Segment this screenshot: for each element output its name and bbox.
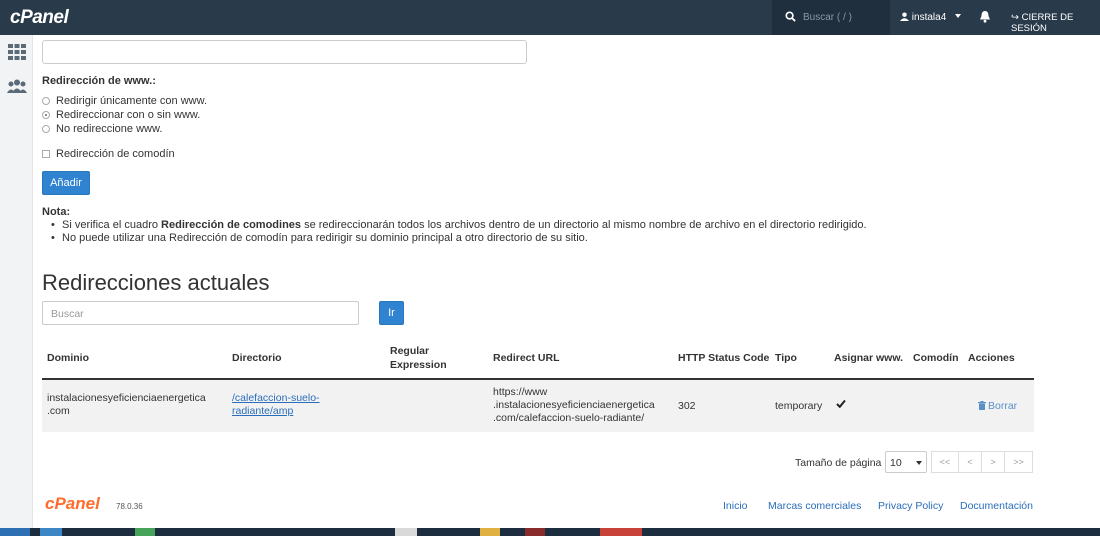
footer-link-trademarks[interactable]: Marcas comerciales [768,500,861,512]
cell-redirect-url: https://www .instalacionesyeficienciaene… [493,386,655,425]
cpanel-logo[interactable]: cPanel [10,7,69,29]
username: instala4 [911,12,947,23]
grid-icon[interactable] [6,43,28,61]
logout-link[interactable]: ↪ CIERRE DE SESIÓN [1011,12,1100,34]
first-page-button[interactable]: << [931,451,959,473]
footer-link-home[interactable]: Inicio [723,500,748,512]
next-page-button[interactable]: > [981,451,1005,473]
go-button[interactable]: Ir [379,301,404,325]
radio-www-only-label: Redirigir únicamente con www. [56,95,208,107]
note-bullet-1-rest: se redireccionarán todos los archivos de… [301,219,867,231]
taskbar-app[interactable] [40,528,62,536]
col-wildcard[interactable]: Comodín [913,352,959,364]
cell-type: temporary [775,400,823,412]
cell-url-line3: .com/calefaccion-suelo-radiante/ [493,412,645,424]
cell-domain: instalacionesyeficienciaenergetica .com [47,392,206,418]
col-type[interactable]: Tipo [775,352,797,364]
redirects-search-placeholder: Buscar [51,308,84,320]
col-redirect-url[interactable]: Redirect URL [493,352,560,364]
col-www[interactable]: Asignar www. [834,352,903,364]
taskbar-app[interactable] [395,528,417,536]
add-button[interactable]: Añadir [42,171,90,195]
taskbar-app[interactable] [135,528,155,536]
chevron-down-icon [916,461,922,465]
redirects-search-input[interactable]: Buscar [42,301,359,325]
radio-with-or-without-www[interactable] [42,111,50,119]
directory-link-line1[interactable]: /calefaccion-suelo- [232,392,320,405]
delete-button[interactable]: Borrar [978,400,1017,412]
radio-no-www[interactable] [42,125,50,133]
cell-url-line1: https://www [493,386,548,398]
cell-domain-line1: instalacionesyeficienciaenergetica [47,392,206,404]
directory-link-line2[interactable]: radiante/amp [232,405,320,418]
logout-label: CIERRE DE SESIÓN [1011,12,1074,34]
radio-with-or-without-www-label: Redireccionar con o sin www. [56,109,201,121]
os-taskbar [0,528,1100,536]
wildcard-checkbox[interactable] [42,150,50,158]
cell-url-line2: .instalacionesyeficienciaenergetica [493,399,655,411]
footer-link-privacy[interactable]: Privacy Policy [878,500,943,512]
taskbar-app[interactable] [480,528,500,536]
col-actions: Acciones [968,352,1015,364]
global-search[interactable]: Buscar ( / ) [772,0,890,35]
cell-status: 302 [678,400,696,412]
start-button[interactable] [0,528,30,536]
trash-icon [978,401,986,410]
users-icon[interactable] [6,78,28,96]
last-page-button[interactable]: >> [1004,451,1033,473]
search-placeholder: Buscar ( / ) [803,12,852,23]
prev-page-button[interactable]: < [958,451,982,473]
note-bullet-1-bold: Redirección de comodines [161,219,302,231]
www-redirect-label: Redirección de www.: [42,75,156,87]
note-bullet-2: No puede utilizar una Redirección de com… [51,232,588,244]
taskbar-app[interactable] [600,528,642,536]
col-status[interactable]: HTTP Status Code [678,352,769,364]
col-directory[interactable]: Directorio [232,352,282,364]
col-regex-2: Expression [390,359,447,371]
page-size-label: Tamaño de página [795,457,882,469]
current-redirects-heading: Redirecciones actuales [42,270,270,295]
search-icon [785,11,796,22]
sidebar [0,35,33,528]
user-icon [900,12,909,21]
footer-version: 78.0.36 [116,502,143,511]
col-domain[interactable]: Dominio [47,352,89,364]
footer-link-docs[interactable]: Documentación [960,500,1033,512]
top-navbar: cPanel Buscar ( / ) instala4 ↪ CIERRE DE… [0,0,1100,35]
cell-directory[interactable]: /calefaccion-suelo- radiante/amp [232,392,320,418]
check-icon [836,399,846,408]
logout-icon: ↪ [1011,12,1019,23]
bell-icon[interactable] [979,10,991,23]
note-title: Nota: [42,206,71,218]
redirect-target-input[interactable] [42,40,527,64]
radio-no-www-label: No redireccione www. [56,123,163,135]
page-size-value: 10 [890,457,902,469]
note-bullet-1-text: Si verifica el cuadro [62,219,162,231]
delete-label: Borrar [988,400,1018,412]
cell-domain-line2: .com [47,405,70,417]
wildcard-label: Redirección de comodín [56,148,175,160]
radio-www-only[interactable] [42,97,50,105]
taskbar-app[interactable] [525,528,545,536]
chevron-down-icon [955,14,962,18]
col-regex-1: Regular [390,345,430,357]
footer-logo[interactable]: cPanel [45,494,100,514]
page-size-select[interactable]: 10 [885,451,927,473]
note-bullet-1: Si verifica el cuadro Redirección de com… [51,219,867,231]
user-menu[interactable]: instala4 [900,12,962,23]
